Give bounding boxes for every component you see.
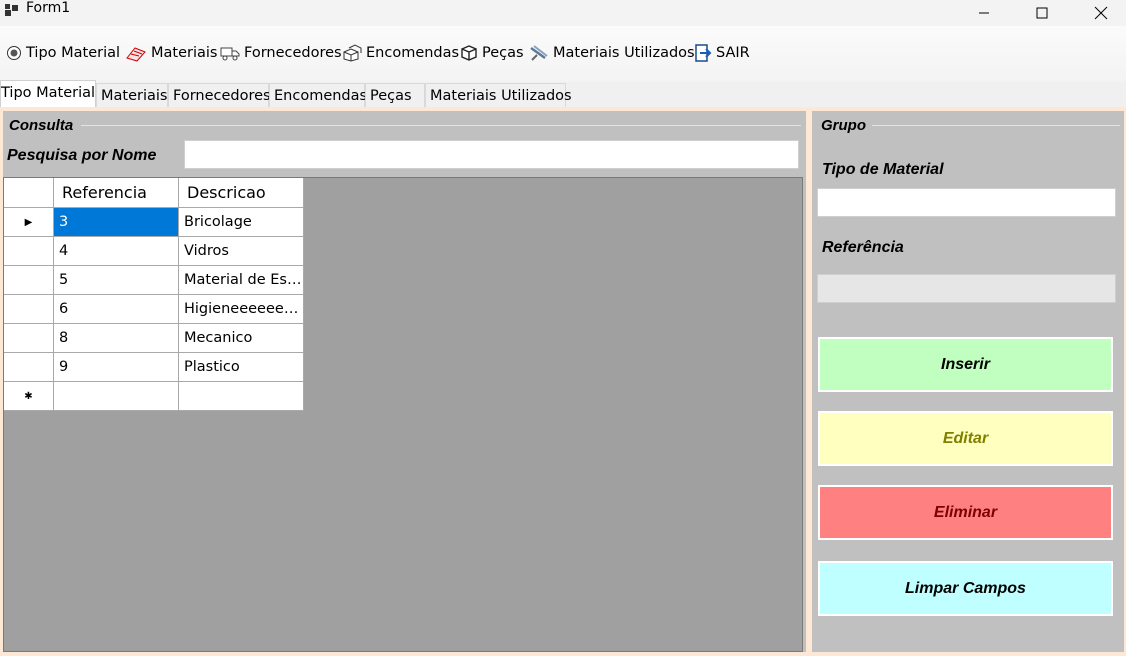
menu-item-materiais-utilizados[interactable]: Materiais Utilizados <box>529 42 695 64</box>
table-cell-referencia[interactable]: 6 <box>54 295 179 324</box>
radio-disc-icon <box>7 46 21 60</box>
app-icon <box>5 4 18 16</box>
tab-materiais-utilizados[interactable]: Materiais Utilizados <box>425 83 572 107</box>
menu-item-tipo-material[interactable]: Tipo Material <box>6 42 120 64</box>
tab-pecas[interactable]: Peças <box>365 83 425 107</box>
row-header-new[interactable]: ✱ <box>4 382 54 411</box>
table-cell-referencia[interactable]: 4 <box>54 237 179 266</box>
table-cell-descricao[interactable]: Mecanico <box>179 324 304 353</box>
tipo-material-label: Tipo de Material <box>822 161 944 178</box>
menu-item-label: Materiais Utilizados <box>553 45 695 61</box>
search-label: Pesquisa por Nome <box>7 147 157 164</box>
column-header-descricao[interactable]: Descricao <box>179 178 304 208</box>
menu-item-label: SAIR <box>716 45 750 61</box>
minimize-button[interactable] <box>961 0 1007 26</box>
table-cell-referencia[interactable]: 9 <box>54 353 179 382</box>
tipo-material-input[interactable] <box>817 188 1116 217</box>
table-cell-descricao[interactable]: Plastico <box>179 353 304 382</box>
menu-item-label: Peças <box>482 45 524 61</box>
box-icon <box>461 45 477 61</box>
menu-item-label: Encomendas <box>366 45 460 61</box>
tools-icon <box>530 45 548 61</box>
table-cell-referencia[interactable]: 8 <box>54 324 179 353</box>
search-input[interactable] <box>184 140 799 169</box>
menu-strip: Tipo Material Materiais Fornecedores Enc… <box>0 26 1126 82</box>
referencia-input <box>817 274 1116 303</box>
limpar-campos-button[interactable]: Limpar Campos <box>818 561 1113 616</box>
grid-corner-header[interactable] <box>4 178 54 208</box>
maximize-icon <box>1036 7 1048 19</box>
materials-icon <box>126 47 146 62</box>
row-header[interactable] <box>4 324 54 353</box>
inserir-button[interactable]: Inserir <box>818 337 1113 392</box>
column-header-referencia[interactable]: Referencia <box>54 178 179 208</box>
table-cell-referencia[interactable]: 5 <box>54 266 179 295</box>
close-button[interactable] <box>1078 0 1124 26</box>
tab-materiais[interactable]: Materiais <box>96 83 168 107</box>
truck-icon <box>220 47 240 61</box>
table-cell-descricao[interactable]: Material de Escr... <box>179 266 304 295</box>
grupo-groupbox: Grupo Tipo de Material Referência Inseri… <box>812 111 1124 652</box>
tab-page-tipo-material: Consulta Pesquisa por Nome Referencia De… <box>0 107 1126 656</box>
tab-fornecedores[interactable]: Fornecedores <box>168 83 271 107</box>
groupbox-border <box>81 125 801 126</box>
title-bar: Form1 <box>0 0 1126 26</box>
groupbox-border <box>872 125 1120 126</box>
tab-encomendas[interactable]: Encomendas <box>269 83 367 107</box>
table-cell-new-referencia[interactable] <box>54 382 179 411</box>
material-type-grid[interactable]: Referencia Descricao ▶ 3 Bricolage 4 Vid… <box>3 177 803 652</box>
maximize-button[interactable] <box>1019 0 1065 26</box>
consulta-groupbox: Consulta Pesquisa por Nome Referencia De… <box>3 111 806 652</box>
exit-icon <box>695 44 712 62</box>
row-header[interactable] <box>4 237 54 266</box>
grupo-title: Grupo <box>821 117 866 134</box>
menu-item-encomendas[interactable]: Encomendas <box>342 42 459 64</box>
consulta-title: Consulta <box>9 117 74 134</box>
boxes-icon <box>343 44 362 62</box>
row-header[interactable] <box>4 353 54 382</box>
table-cell-descricao[interactable]: Higieneeeeeee... <box>179 295 304 324</box>
tab-strip: Tipo Material Materiais Fornecedores Enc… <box>0 80 1126 108</box>
menu-item-label: Materiais <box>151 45 218 61</box>
editar-button[interactable]: Editar <box>818 411 1113 466</box>
minimize-icon <box>979 12 989 14</box>
close-icon <box>1094 6 1108 20</box>
menu-item-label: Fornecedores <box>244 45 342 61</box>
eliminar-button[interactable]: Eliminar <box>818 485 1113 540</box>
row-header[interactable] <box>4 295 54 324</box>
row-header[interactable] <box>4 266 54 295</box>
window-title: Form1 <box>26 0 71 16</box>
referencia-label: Referência <box>822 239 904 256</box>
table-cell-new-descricao[interactable] <box>179 382 304 411</box>
table-cell-descricao[interactable]: Vidros <box>179 237 304 266</box>
menu-item-label: Tipo Material <box>26 45 121 61</box>
tab-tipo-material[interactable]: Tipo Material <box>0 80 96 108</box>
menu-item-materiais[interactable]: Materiais <box>125 42 217 64</box>
menu-item-sair[interactable]: SAIR <box>694 42 750 64</box>
row-header-current[interactable]: ▶ <box>4 208 54 237</box>
menu-item-pecas[interactable]: Peças <box>460 42 524 64</box>
table-cell-descricao[interactable]: Bricolage <box>179 208 304 237</box>
menu-item-fornecedores[interactable]: Fornecedores <box>220 42 342 64</box>
table-cell-referencia[interactable]: 3 <box>54 208 179 237</box>
